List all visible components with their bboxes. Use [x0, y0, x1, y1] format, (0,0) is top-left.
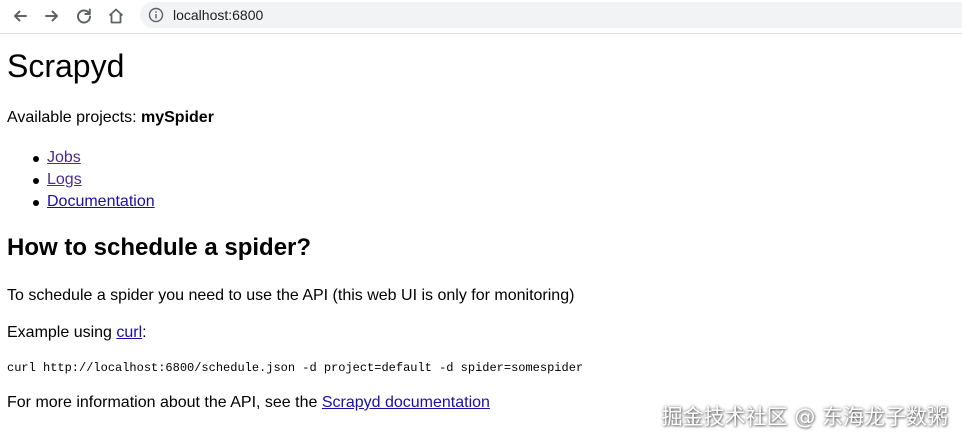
back-button[interactable] [8, 4, 32, 28]
project-name: mySpider [141, 109, 214, 126]
list-item: Logs [7, 170, 155, 192]
more-info-paragraph: For more information about the API, see … [7, 394, 490, 412]
list-item: Documentation [7, 192, 155, 214]
forward-button[interactable] [40, 4, 64, 28]
example-paragraph: Example using curl: [7, 324, 147, 342]
documentation-link[interactable]: Documentation [47, 193, 155, 210]
scrapyd-documentation-link[interactable]: Scrapyd documentation [322, 394, 490, 411]
reload-icon [77, 8, 91, 24]
page-title: Scrapyd [7, 48, 125, 84]
available-projects: Available projects: mySpider [7, 109, 214, 127]
schedule-text: To schedule a spider you need to use the… [7, 287, 575, 304]
curl-link[interactable]: curl [116, 324, 142, 341]
home-button[interactable] [104, 4, 128, 28]
browser-toolbar: localhost:6800 [0, 0, 962, 34]
more-info-prefix: For more information about the API, see … [7, 394, 322, 411]
forward-icon [45, 10, 58, 22]
curl-command: curl http://localhost:6800/schedule.json… [7, 361, 584, 375]
example-prefix: Example using [7, 324, 117, 341]
watermark: 掘金技术社区 @ 东海龙子数粥 [661, 405, 948, 429]
address-bar[interactable]: localhost:6800 [140, 2, 962, 28]
nav-links: Jobs Logs Documentation [7, 148, 155, 214]
example-suffix: : [142, 324, 147, 341]
reload-button[interactable] [72, 4, 96, 28]
url-text: localhost:6800 [173, 7, 264, 23]
info-icon[interactable] [148, 7, 164, 23]
back-icon [14, 10, 27, 22]
schedule-heading: How to schedule a spider? [7, 234, 312, 261]
jobs-link[interactable]: Jobs [47, 149, 81, 166]
logs-link[interactable]: Logs [47, 171, 82, 188]
home-icon [108, 8, 124, 24]
projects-label: Available projects: [7, 109, 141, 126]
list-item: Jobs [7, 148, 155, 170]
